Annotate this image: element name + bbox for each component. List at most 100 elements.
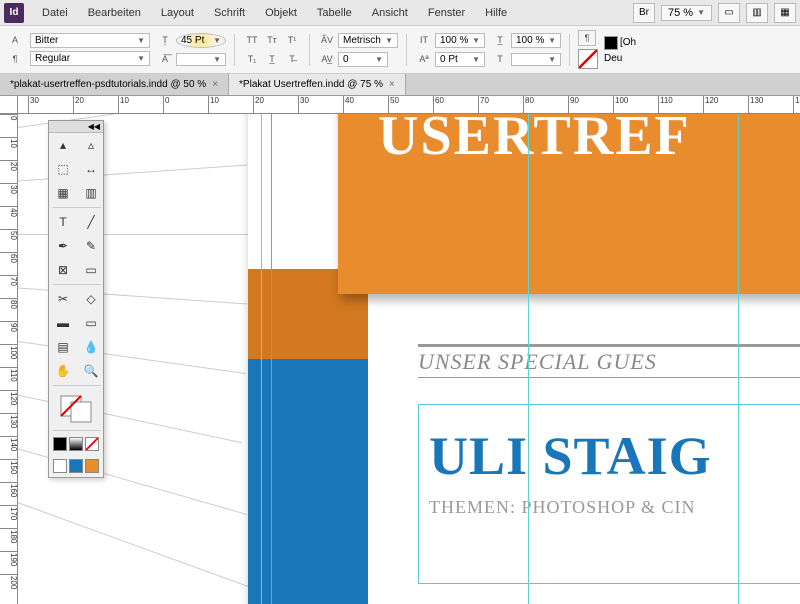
tab-document-1[interactable]: *plakat-usertreffen-psdtutorials.indd @ … [0, 74, 229, 95]
arrange-button[interactable]: ▦ [774, 3, 796, 23]
baseline-dropdown[interactable]: 0 Pt▼ [435, 52, 485, 67]
line-tool[interactable]: ╱ [77, 210, 105, 234]
fill-none-swatch[interactable] [578, 49, 598, 69]
gap-tool[interactable]: ↔ [77, 157, 105, 181]
underline-icon[interactable]: T̲ [263, 51, 281, 67]
strikethrough-icon[interactable]: T̶ [283, 51, 301, 67]
gradient-feather-tool[interactable]: ▭ [77, 311, 105, 335]
kerning-icon: A̋V [318, 32, 336, 48]
bridge-button[interactable]: Br [633, 3, 655, 23]
panel-header[interactable]: ◀◀ [49, 121, 103, 133]
fill-stroke-proxy[interactable] [49, 388, 105, 428]
type-tool[interactable]: T [49, 210, 77, 234]
ruler-tick: 10 [0, 137, 18, 148]
ruler-tick: 20 [253, 96, 264, 114]
apply-gradient[interactable] [69, 437, 83, 451]
menu-schrift[interactable]: Schrift [204, 7, 255, 19]
subscript-icon[interactable]: T₁ [243, 51, 261, 67]
vscale-dropdown[interactable]: 100 %▼ [435, 33, 485, 48]
apply-color[interactable] [53, 437, 67, 451]
ruler-tick: 170 [0, 505, 18, 520]
workspace: 0 10 20 30 40 50 60 70 80 90 100 110 120… [0, 114, 800, 604]
zoom-tool[interactable]: 🔍 [77, 359, 105, 383]
font-style-dropdown[interactable]: Regular▼ [30, 51, 150, 66]
scissors-tool[interactable]: ✂ [49, 287, 77, 311]
horizontal-ruler[interactable]: 30 20 10 0 10 20 30 40 50 60 70 80 90 10… [18, 96, 800, 114]
menu-ansicht[interactable]: Ansicht [362, 7, 418, 19]
ruler-tick: 150 [0, 459, 18, 474]
subline-text: THEMEN: PHOTOSHOP & CIN [419, 497, 800, 518]
kerning-dropdown[interactable]: Metrisch▼ [338, 33, 398, 48]
smallcaps-icon[interactable]: Tᴛ [263, 32, 281, 48]
direct-selection-tool[interactable]: ▵ [77, 133, 105, 157]
page: USERTREF 2013 UNSER SPECIAL GUES ULI STA… [248, 114, 800, 604]
apply-none[interactable] [85, 437, 99, 451]
menu-hilfe[interactable]: Hilfe [475, 7, 517, 19]
fill-swatch[interactable] [604, 36, 618, 50]
bleed-view[interactable] [85, 459, 99, 473]
view-mode-button[interactable]: ▭ [718, 3, 740, 23]
rectangle-frame-tool[interactable]: ⊠ [49, 258, 77, 282]
free-transform-tool[interactable]: ◇ [77, 287, 105, 311]
selection-tool[interactable]: ▴ [49, 133, 77, 157]
ruler-tick: 160 [0, 482, 18, 497]
chevron-down-icon: ▼ [548, 55, 556, 64]
vertical-ruler[interactable]: 0 10 20 30 40 50 60 70 80 90 100 110 120… [0, 114, 18, 604]
charstyle-icon[interactable]: ¶ [578, 30, 596, 46]
content-placer-tool[interactable]: ▥ [77, 181, 105, 205]
menu-fenster[interactable]: Fenster [418, 7, 475, 19]
character-mode-icon[interactable]: A [6, 32, 24, 48]
menu-tabelle[interactable]: Tabelle [307, 7, 362, 19]
ruler-tick: 130 [748, 96, 763, 114]
baseline-value: 0 Pt [440, 54, 458, 65]
preview-view[interactable] [69, 459, 83, 473]
ruler-tick: 0 [163, 96, 169, 114]
hscale-dropdown[interactable]: 100 %▼ [511, 33, 561, 48]
note-tool[interactable]: ▤ [49, 335, 77, 359]
screen-mode-button[interactable]: ▥ [746, 3, 768, 23]
font-family-dropdown[interactable]: Bitter▼ [30, 33, 150, 48]
zoom-value: 75 % [668, 7, 693, 19]
text-frame[interactable]: ULI STAIG THEMEN: PHOTOSHOP & CIN [418, 404, 800, 584]
document-tabs: *plakat-usertreffen-psdtutorials.indd @ … [0, 74, 800, 96]
menu-bearbeiten[interactable]: Bearbeiten [78, 7, 151, 19]
close-icon[interactable]: × [212, 79, 218, 90]
gradient-swatch-tool[interactable]: ▬ [49, 311, 77, 335]
close-icon[interactable]: × [389, 79, 395, 90]
pencil-tool[interactable]: ✎ [77, 234, 105, 258]
canvas[interactable]: USERTREF 2013 UNSER SPECIAL GUES ULI STA… [18, 114, 800, 604]
menu-objekt[interactable]: Objekt [255, 7, 307, 19]
tab-document-2[interactable]: *Plakat Usertreffen.indd @ 75 % × [229, 74, 406, 95]
guide-margin[interactable] [271, 114, 272, 604]
guide-vertical[interactable] [738, 114, 739, 604]
tracking-dropdown[interactable]: 0▼ [338, 52, 388, 67]
content-collector-tool[interactable]: ▦ [49, 181, 77, 205]
normal-view[interactable] [53, 459, 67, 473]
page-tool[interactable]: ⬚ [49, 157, 77, 181]
subheading[interactable]: UNSER SPECIAL GUES [418, 344, 800, 378]
ruler-tick: 0 [0, 114, 18, 120]
font-size-dropdown[interactable]: 45 Pt▼ [176, 33, 226, 48]
ruler-tick: 10 [118, 96, 129, 114]
blue-sidebar-block [248, 359, 368, 604]
paragraph-mode-icon[interactable]: ¶ [6, 51, 24, 67]
ruler-origin[interactable] [0, 96, 18, 114]
leading-dropdown[interactable]: ▼ [176, 53, 226, 66]
eyedropper-tool[interactable]: 💧 [77, 335, 105, 359]
menu-layout[interactable]: Layout [151, 7, 204, 19]
kerning-value: Metrisch [343, 35, 381, 46]
menu-datei[interactable]: Datei [32, 7, 78, 19]
tools-panel[interactable]: ◀◀ ▴ ▵ ⬚ ↔ ▦ ▥ T ╱ ✒ ✎ ⊠ ▭ ✂ ◇ ▬ ▭ ▤ [48, 120, 104, 478]
ruler-tick: 30 [28, 96, 39, 114]
guide-vertical[interactable] [261, 114, 262, 604]
superscript-icon[interactable]: T¹ [283, 32, 301, 48]
pen-tool[interactable]: ✒ [49, 234, 77, 258]
guide-vertical[interactable] [528, 114, 529, 604]
allcaps-icon[interactable]: TT [243, 32, 261, 48]
ruler-tick: 80 [523, 96, 534, 114]
zoom-level-dropdown[interactable]: 75 %▼ [661, 5, 712, 21]
rectangle-tool[interactable]: ▭ [77, 258, 105, 282]
skew-dropdown[interactable]: ▼ [511, 53, 561, 66]
control-bar: A ¶ Bitter▼ Regular▼ T͕ 45 Pt▼ A͞ ▼ TT T… [0, 26, 800, 74]
hand-tool[interactable]: ✋ [49, 359, 77, 383]
